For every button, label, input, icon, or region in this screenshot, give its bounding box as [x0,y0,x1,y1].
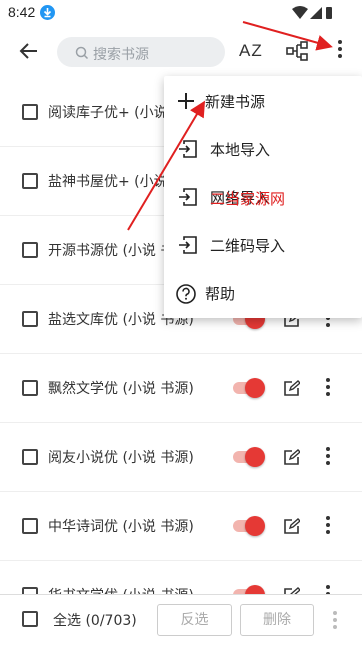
menu-item-local-import[interactable]: 本地导入 [164,125,362,173]
search-placeholder: 搜索书源 [93,47,149,63]
search-icon [75,45,89,60]
row-more-icon[interactable] [324,447,332,469]
row-checkbox[interactable] [22,311,38,327]
menu-item-label: 本地导入 [210,141,271,159]
menu-item-label: 新建书源 [205,93,266,111]
back-arrow-icon[interactable] [18,40,40,62]
row-checkbox[interactable] [22,242,38,258]
edit-icon[interactable] [283,380,302,397]
group-tree-icon[interactable] [286,41,308,65]
edit-icon[interactable] [283,449,302,466]
toolbar: 搜索书源 AZ [0,26,362,78]
status-time: 8:42 [8,4,36,20]
import-icon [178,235,198,255]
menu-item-new-source[interactable]: 新建书源 [164,77,362,125]
row-more-icon[interactable] [324,516,332,538]
sort-az-button[interactable]: AZ [239,41,263,61]
menu-item-label: 二维码导入 [210,237,286,255]
enable-toggle[interactable] [233,378,265,398]
source-name: 飘然文学优 (小说 书源) [48,381,194,397]
watermark-text: 二当家源网 [210,190,286,208]
list-item[interactable]: 阅友小说优 (小说 书源) [0,423,362,492]
list-item[interactable]: 中华诗词优 (小说 书源) [0,492,362,561]
enable-toggle[interactable] [233,447,265,467]
select-all-checkbox[interactable] [22,611,38,627]
import-icon [178,187,198,207]
plus-icon [176,91,196,111]
row-checkbox[interactable] [22,380,38,396]
source-name: 中华诗词优 (小说 书源) [48,519,194,535]
help-icon [175,283,196,304]
download-icon [40,5,55,20]
edit-icon[interactable] [283,518,302,535]
bottom-more-icon[interactable] [333,611,339,632]
row-checkbox[interactable] [22,449,38,465]
row-checkbox[interactable] [22,173,38,189]
search-input[interactable]: 搜索书源 [57,37,225,67]
import-icon [178,139,198,159]
enable-toggle[interactable] [233,516,265,536]
list-item[interactable]: 飘然文学优 (小说 书源) [0,354,362,423]
row-more-icon[interactable] [324,378,332,400]
select-all-label[interactable]: 全选 (0/703) [53,610,137,630]
bottom-action-bar: 全选 (0/703) 反选 删除 [0,594,362,645]
more-menu-icon[interactable] [333,40,347,64]
row-checkbox[interactable] [22,518,38,534]
status-icons [292,6,332,24]
delete-button[interactable]: 删除 [240,604,314,636]
invert-selection-button[interactable]: 反选 [157,604,232,636]
menu-item-help[interactable]: 帮助 [164,269,362,317]
wifi-signal-battery-icon [292,6,332,19]
status-bar: 8:42 [0,0,362,26]
menu-item-label: 帮助 [205,285,236,303]
menu-item-qr-import[interactable]: 二维码导入 [164,221,362,269]
row-checkbox[interactable] [22,104,38,120]
source-name: 阅友小说优 (小说 书源) [48,450,194,466]
